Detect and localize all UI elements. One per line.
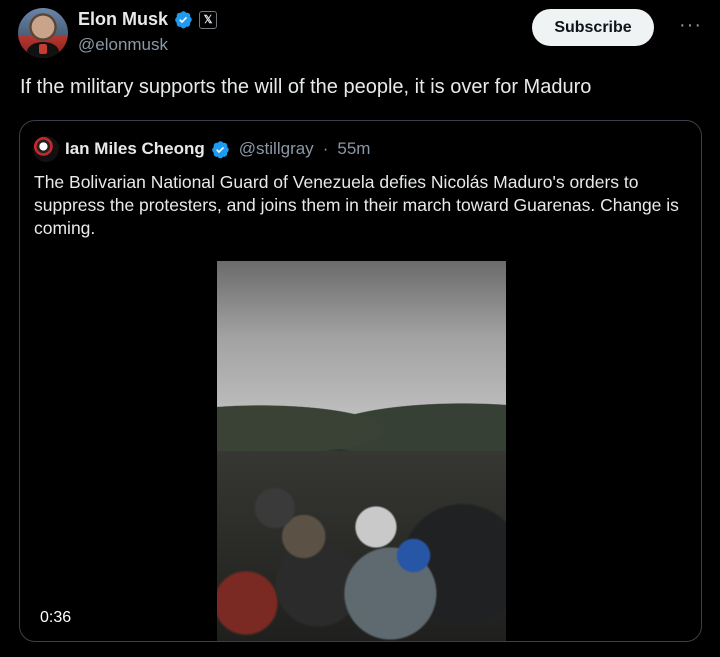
video-player[interactable]: [217, 261, 506, 641]
affiliate-badge-icon: 𝕏: [199, 10, 218, 29]
quoted-author-name[interactable]: Ian Miles Cheong: [65, 139, 205, 159]
video-thumbnail-crowd: [217, 451, 506, 641]
tweet-header: Elon Musk 𝕏 @elonmusk Subscribe ···: [18, 8, 702, 60]
author-avatar[interactable]: [18, 8, 68, 58]
verified-badge-icon: [211, 140, 229, 158]
tweet-text: If the military supports the will of the…: [20, 76, 592, 98]
quoted-tweet-text: The Bolivarian National Guard of Venezue…: [34, 172, 679, 238]
video-duration: 0:36: [32, 607, 80, 629]
quoted-tweet-time[interactable]: 55m: [337, 139, 370, 159]
verified-badge-icon: [175, 11, 192, 29]
quoted-author-handle[interactable]: @stillgray: [239, 139, 314, 159]
author-name-row: Elon Musk 𝕏: [78, 9, 218, 30]
author-name[interactable]: Elon Musk: [78, 9, 168, 30]
quoted-author-avatar[interactable]: [33, 136, 59, 162]
meta-separator: ·: [322, 139, 329, 158]
video-thumbnail-trees: [217, 381, 506, 451]
quoted-tweet-header: Ian Miles Cheong @stillgray · 55m: [33, 136, 370, 162]
author-handle[interactable]: @elonmusk: [78, 35, 168, 55]
quoted-tweet[interactable]: Ian Miles Cheong @stillgray · 55m The Bo…: [19, 120, 702, 642]
subscribe-button[interactable]: Subscribe: [532, 9, 654, 46]
more-dots-icon[interactable]: ···: [679, 14, 702, 37]
